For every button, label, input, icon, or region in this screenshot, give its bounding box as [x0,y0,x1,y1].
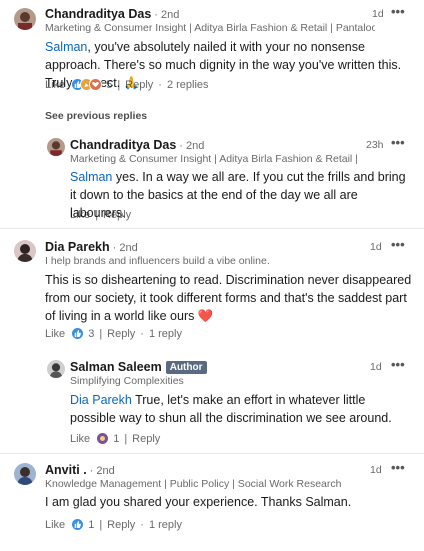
avatar[interactable] [14,463,36,485]
insightful-icon [96,432,110,445]
love-icon [89,78,103,91]
comment-actions: Like 5 | Reply · 2 replies [45,78,209,91]
like-button[interactable]: Like [70,433,90,445]
like-button[interactable]: Like [45,79,65,91]
reaction-count[interactable]: 3 [88,328,94,340]
avatar[interactable] [47,360,65,378]
divider [0,228,424,229]
commenter-headline: Marketing & Consumer Insight | Aditya Bi… [70,153,360,165]
avatar[interactable] [14,8,36,30]
replies-count-link[interactable]: 1 reply [149,328,182,340]
reaction-icons[interactable] [71,78,103,91]
reaction-icons[interactable] [71,518,85,531]
comment-actions: Like 1 | Reply · 1 reply [45,518,182,531]
more-options-icon[interactable]: ••• [391,238,405,251]
reaction-count[interactable]: 5 [106,79,112,91]
comment-time: 1d [370,361,382,373]
commenter-headline: I help brands and influencers build a vi… [45,255,270,267]
comment-actions: Like 1 | Reply [70,432,161,445]
replies-count-link[interactable]: 1 reply [149,519,182,531]
more-options-icon[interactable]: ••• [391,461,405,474]
commenter-headline: Marketing & Consumer Insight | Aditya Bi… [45,22,375,34]
comment-time: 23h [366,139,384,151]
mention-link[interactable]: Salman [45,40,87,54]
commenter-name[interactable]: Dia Parekh [45,240,110,254]
commenter-name[interactable]: Chandraditya Das [45,7,151,21]
comment-actions: Like 3 | Reply · 1 reply [45,327,182,340]
comment-time: 1d [372,8,384,20]
reaction-icons[interactable] [96,432,110,445]
reply-button[interactable]: Reply [103,209,131,221]
comment-text: This is so disheartening to read. Discri… [45,273,412,323]
commenter-name[interactable]: Chandraditya Das [70,138,176,152]
reaction-icons[interactable] [71,327,85,340]
avatar[interactable] [14,240,36,262]
comment-dia: Dia Parekh · 2nd I help brands and influe… [0,232,424,352]
commenter-headline: Knowledge Management | Public Policy | S… [45,478,342,490]
more-options-icon[interactable]: ••• [391,5,405,18]
commenter-headline: Simplifying Complexities [70,375,184,387]
reply-chandraditya: Chandraditya Das · 2nd Marketing & Consum… [0,130,424,230]
commenter-name[interactable]: Anviti . [45,463,87,477]
see-previous-replies-button[interactable]: See previous replies [45,110,147,122]
reply-button[interactable]: Reply [132,433,160,445]
reply-button[interactable]: Reply [107,328,135,340]
comment-text: I am glad you shared your experience. Th… [45,495,352,509]
like-button[interactable]: Like [70,209,90,221]
comment-chandraditya: Chandraditya Das · 2nd Marketing & Consum… [0,0,424,122]
connection-degree: · 2nd [112,242,138,254]
mention-link[interactable]: Salman [70,170,112,184]
author-badge: Author [165,361,207,374]
reply-button[interactable]: Reply [125,79,153,91]
like-button[interactable]: Like [45,519,65,531]
more-options-icon[interactable]: ••• [391,136,405,149]
like-button[interactable]: Like [45,328,65,340]
reaction-count[interactable]: 1 [113,433,119,445]
avatar[interactable] [47,138,65,156]
more-options-icon[interactable]: ••• [391,358,405,371]
like-icon [71,518,85,531]
comment-actions: Like | Reply [70,209,132,221]
reply-button[interactable]: Reply [107,519,135,531]
connection-degree: · 2nd [179,140,205,152]
comment-anviti: Anviti . · 2nd Knowledge Management | Pub… [0,457,424,551]
replies-count-link[interactable]: 2 replies [167,79,209,91]
comment-time: 1d [370,464,382,476]
like-icon [71,327,85,340]
reaction-count[interactable]: 1 [88,519,94,531]
commenter-name[interactable]: Salman Saleem [70,360,162,374]
comment-time: 1d [370,241,382,253]
connection-degree: · 2nd [89,465,115,477]
divider [0,453,424,454]
comment-text: Dia Parekh True, let's make an effort in… [70,393,392,425]
connection-degree: · 2nd [154,9,180,21]
mention-link[interactable]: Dia Parekh [70,393,132,407]
